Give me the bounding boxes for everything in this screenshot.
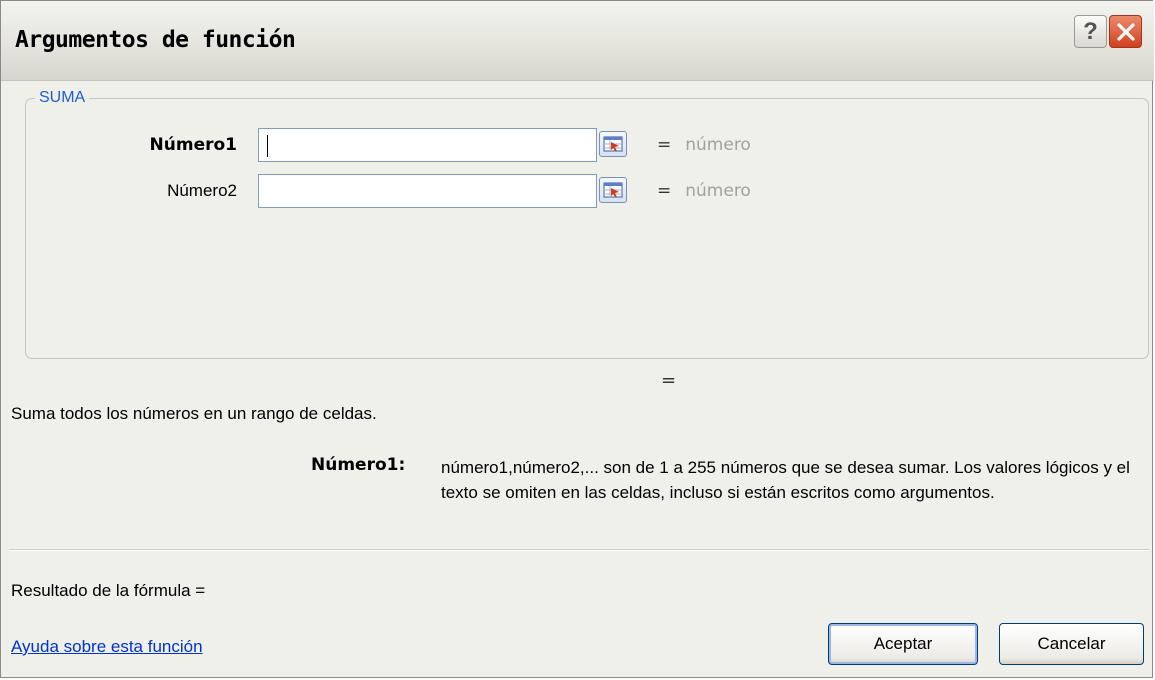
argument-2-input[interactable] — [258, 174, 597, 208]
argument-help-name: Número1: — [311, 455, 406, 475]
argument-2-label: Número2 — [167, 181, 237, 200]
equals-sign: = — [657, 135, 672, 155]
ok-button[interactable]: Aceptar — [828, 623, 978, 665]
argument-2-result: = número — [657, 181, 751, 201]
help-button[interactable]: ? — [1074, 15, 1107, 48]
cancel-button[interactable]: Cancelar — [999, 623, 1144, 665]
function-arguments-dialog: Argumentos de función ? SUMA Número1 = nú… — [0, 0, 1154, 678]
help-link[interactable]: Ayuda sobre esta función — [11, 637, 203, 657]
equals-sign: = — [657, 181, 672, 201]
collapse-dialog-icon — [603, 182, 623, 198]
close-x-icon — [1116, 22, 1135, 41]
argument-1-result: = número — [657, 135, 751, 155]
title-bar[interactable]: Argumentos de función ? — [1, 1, 1154, 81]
function-result-equals: = — [661, 370, 677, 391]
argument-1-label: Número1 — [149, 135, 237, 155]
formula-result: Resultado de la fórmula = — [11, 581, 206, 600]
argument-1-result-value: número — [685, 135, 751, 155]
function-name-label: SUMA — [35, 89, 90, 107]
divider — [9, 549, 1149, 551]
question-mark-icon: ? — [1083, 17, 1098, 45]
argument-1-ref-button[interactable] — [599, 131, 627, 157]
collapse-dialog-icon — [603, 136, 623, 152]
close-button[interactable] — [1109, 15, 1142, 48]
argument-2-ref-button[interactable] — [599, 177, 627, 203]
argument-2-result-value: número — [685, 181, 751, 201]
text-cursor — [267, 135, 268, 157]
argument-help-text: número1,número2,... son de 1 a 255 númer… — [441, 458, 1130, 502]
argument-1-input[interactable] — [258, 128, 597, 162]
function-description: Suma todos los números en un rango de ce… — [11, 404, 377, 423]
window-title: Argumentos de función — [15, 27, 296, 53]
